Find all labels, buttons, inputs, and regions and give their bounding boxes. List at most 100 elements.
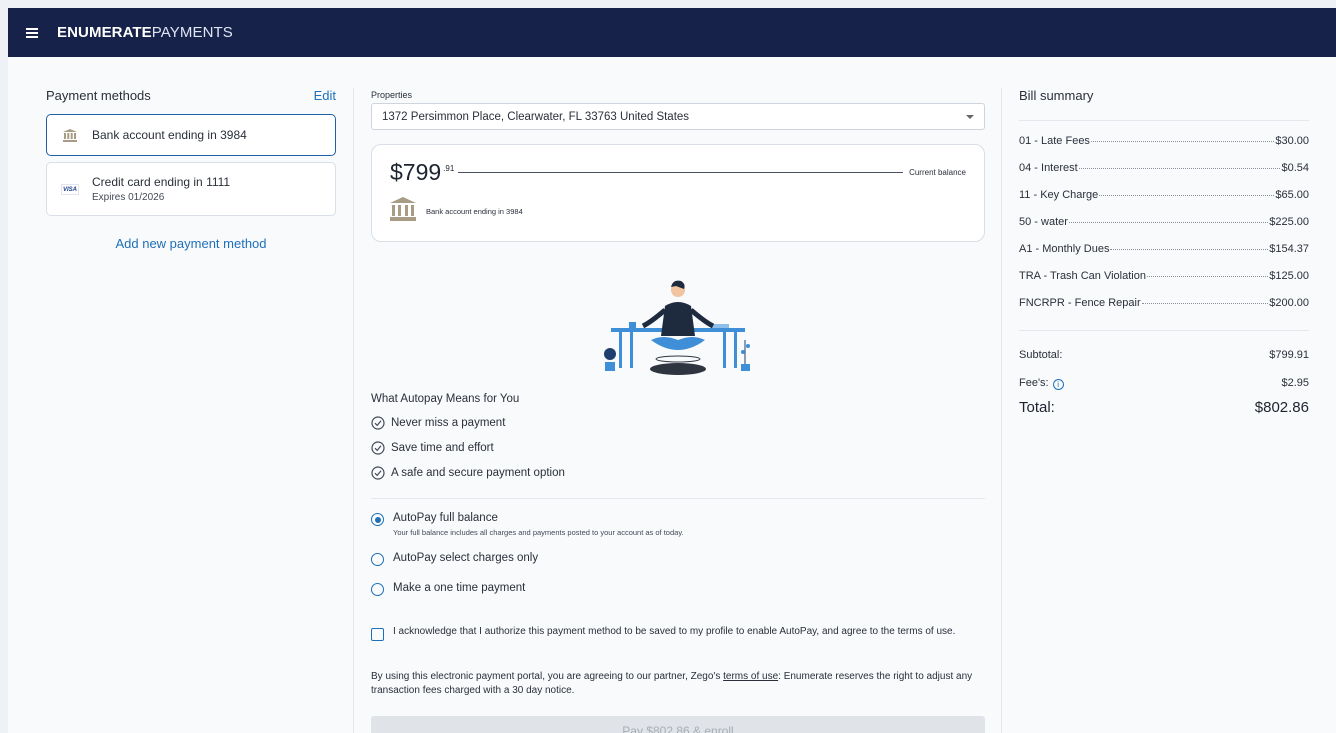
balance-account-label: Bank account ending in 3984 bbox=[426, 207, 523, 216]
payment-methods-title: Payment methods bbox=[46, 87, 151, 103]
payment-method-expiry: Expires 01/2026 bbox=[92, 192, 165, 203]
radio-selected[interactable] bbox=[371, 513, 384, 526]
caret-down-icon bbox=[966, 114, 974, 119]
autopay-full-balance-option[interactable]: AutoPay full balance Your full balance i… bbox=[371, 512, 684, 537]
fees-amount: $2.95 bbox=[1281, 377, 1309, 389]
benefit-text: Save time and effort bbox=[391, 442, 494, 454]
payment-methods-panel: Payment methods Edit Bank account ending… bbox=[46, 86, 336, 251]
total-row: Total: $802.86 bbox=[1019, 399, 1309, 416]
line-item-name: FNCRPR - Fence Repair bbox=[1019, 297, 1141, 309]
edit-payment-methods-link[interactable]: Edit bbox=[314, 88, 336, 103]
terms-text-before: By using this electronic payment portal,… bbox=[371, 671, 724, 682]
summary-divider bbox=[1019, 330, 1309, 331]
total-amount: $802.86 bbox=[1254, 399, 1309, 416]
autopay-select-charges-option[interactable]: AutoPay select charges only bbox=[371, 552, 538, 566]
add-payment-method-link[interactable]: Add new payment method bbox=[46, 236, 336, 251]
line-item-name: 01 - Late Fees bbox=[1019, 135, 1090, 147]
benefit-text: A safe and secure payment option bbox=[391, 467, 565, 479]
bank-icon bbox=[390, 197, 418, 226]
pay-and-enroll-button[interactable]: Pay $802.86 & enroll bbox=[371, 716, 985, 733]
bill-line-item: FNCRPR - Fence Repair $200.00 bbox=[1019, 297, 1309, 324]
radio-label: AutoPay full balance bbox=[393, 512, 498, 524]
acknowledge-checkbox[interactable] bbox=[371, 628, 384, 641]
subtotal-amount: $799.91 bbox=[1269, 349, 1309, 361]
bill-line-item: TRA - Trash Can Violation $125.00 bbox=[1019, 270, 1309, 297]
radio-unselected[interactable] bbox=[371, 553, 384, 566]
app-frame: ENUMERATEPAYMENTS Payment methods Edit B… bbox=[8, 8, 1336, 733]
bill-line-item: 01 - Late Fees $30.00 bbox=[1019, 135, 1309, 162]
top-navigation-bar: ENUMERATEPAYMENTS bbox=[8, 8, 1336, 57]
bill-line-item: 50 - water $225.00 bbox=[1019, 216, 1309, 243]
bill-line-item: A1 - Monthly Dues $154.37 bbox=[1019, 243, 1309, 270]
autopay-benefits-title: What Autopay Means for You bbox=[371, 393, 520, 405]
benefit-item: Save time and effort bbox=[371, 441, 565, 455]
radio-unselected[interactable] bbox=[371, 583, 384, 596]
payment-method-label: Credit card ending in 1111 bbox=[92, 175, 231, 189]
dotted-leader bbox=[1078, 168, 1281, 169]
dotted-leader bbox=[1090, 141, 1275, 142]
meditation-illustration bbox=[604, 280, 750, 375]
dotted-leader bbox=[1099, 195, 1275, 196]
column-divider bbox=[1001, 88, 1002, 733]
visa-icon: VISA bbox=[61, 183, 79, 195]
summary-divider bbox=[1019, 120, 1309, 121]
check-circle-icon bbox=[371, 466, 385, 480]
bill-summary-title: Bill summary bbox=[1019, 88, 1094, 103]
dotted-leader bbox=[1110, 249, 1269, 250]
payment-method-bank[interactable]: Bank account ending in 3984 bbox=[46, 114, 336, 156]
line-item-amount: $225.00 bbox=[1269, 216, 1309, 228]
benefit-item: A safe and secure payment option bbox=[371, 466, 565, 480]
line-item-name: A1 - Monthly Dues bbox=[1019, 243, 1110, 255]
bill-line-item: 11 - Key Charge $65.00 bbox=[1019, 189, 1309, 216]
properties-selected-value: 1372 Persimmon Place, Clearwater, FL 337… bbox=[382, 110, 690, 123]
radio-description: Your full balance includes all charges a… bbox=[393, 528, 684, 537]
visa-icon-text: VISA bbox=[61, 183, 79, 195]
line-item-amount: $65.00 bbox=[1275, 189, 1309, 201]
brand-name-bold: ENUMERATE bbox=[57, 24, 152, 41]
column-divider bbox=[353, 88, 354, 733]
section-divider bbox=[371, 498, 985, 499]
bill-line-item: 04 - Interest $0.54 bbox=[1019, 162, 1309, 189]
bill-line-items: 01 - Late Fees $30.00 04 - Interest $0.54 11… bbox=[1019, 135, 1309, 324]
payment-main-panel: Properties 1372 Persimmon Place, Clearwa… bbox=[371, 90, 985, 733]
current-balance-label: Current balance bbox=[909, 168, 966, 177]
hamburger-menu-icon[interactable] bbox=[26, 27, 38, 38]
line-item-name: 04 - Interest bbox=[1019, 162, 1078, 174]
subtotal-label: Subtotal: bbox=[1019, 349, 1063, 361]
properties-label: Properties bbox=[371, 90, 413, 100]
line-item-name: 50 - water bbox=[1019, 216, 1068, 228]
balance-amount: $799 bbox=[390, 159, 442, 185]
brand-logo: ENUMERATEPAYMENTS bbox=[57, 24, 233, 41]
line-item-name: 11 - Key Charge bbox=[1019, 189, 1099, 201]
benefit-text: Never miss a payment bbox=[391, 417, 506, 429]
brand-name-light: PAYMENTS bbox=[151, 24, 233, 41]
bank-icon bbox=[61, 128, 79, 142]
dotted-leader bbox=[1146, 276, 1269, 277]
dotted-leader bbox=[1141, 303, 1269, 304]
total-label: Total: bbox=[1019, 399, 1055, 416]
bill-summary-panel: Bill summary 01 - Late Fees $30.00 04 - In… bbox=[1019, 88, 1309, 416]
check-circle-icon bbox=[371, 441, 385, 455]
terms-of-use-link[interactable]: terms of use bbox=[723, 671, 778, 682]
line-item-amount: $0.54 bbox=[1281, 162, 1309, 174]
payment-method-credit-card[interactable]: VISA Credit card ending in 1111 Expires … bbox=[46, 162, 336, 216]
payment-method-label: Bank account ending in 3984 bbox=[92, 128, 247, 142]
radio-label: Make a one time payment bbox=[393, 582, 526, 594]
balance-card: $799 .91 Current balance Bank account en… bbox=[371, 144, 985, 242]
dotted-leader bbox=[1068, 222, 1269, 223]
autopay-benefits: What Autopay Means for You Never miss a … bbox=[371, 393, 565, 480]
one-time-payment-option[interactable]: Make a one time payment bbox=[371, 582, 525, 596]
line-item-amount: $30.00 bbox=[1275, 135, 1309, 147]
info-icon[interactable]: i bbox=[1052, 378, 1064, 390]
fees-label: Fee's: bbox=[1019, 376, 1049, 389]
line-item-name: TRA - Trash Can Violation bbox=[1019, 270, 1146, 282]
radio-label: AutoPay select charges only bbox=[393, 552, 539, 564]
acknowledge-text: I acknowledge that I authorize this paym… bbox=[393, 626, 956, 637]
fees-row: Fee's: i $2.95 bbox=[1019, 369, 1309, 397]
subtotal-row: Subtotal: $799.91 bbox=[1019, 341, 1309, 369]
acknowledge-checkbox-row[interactable]: I acknowledge that I authorize this paym… bbox=[371, 625, 983, 641]
check-circle-icon bbox=[371, 416, 385, 430]
line-item-amount: $154.37 bbox=[1269, 243, 1309, 255]
balance-cents: .91 bbox=[443, 164, 455, 173]
properties-select[interactable]: 1372 Persimmon Place, Clearwater, FL 337… bbox=[371, 103, 985, 130]
